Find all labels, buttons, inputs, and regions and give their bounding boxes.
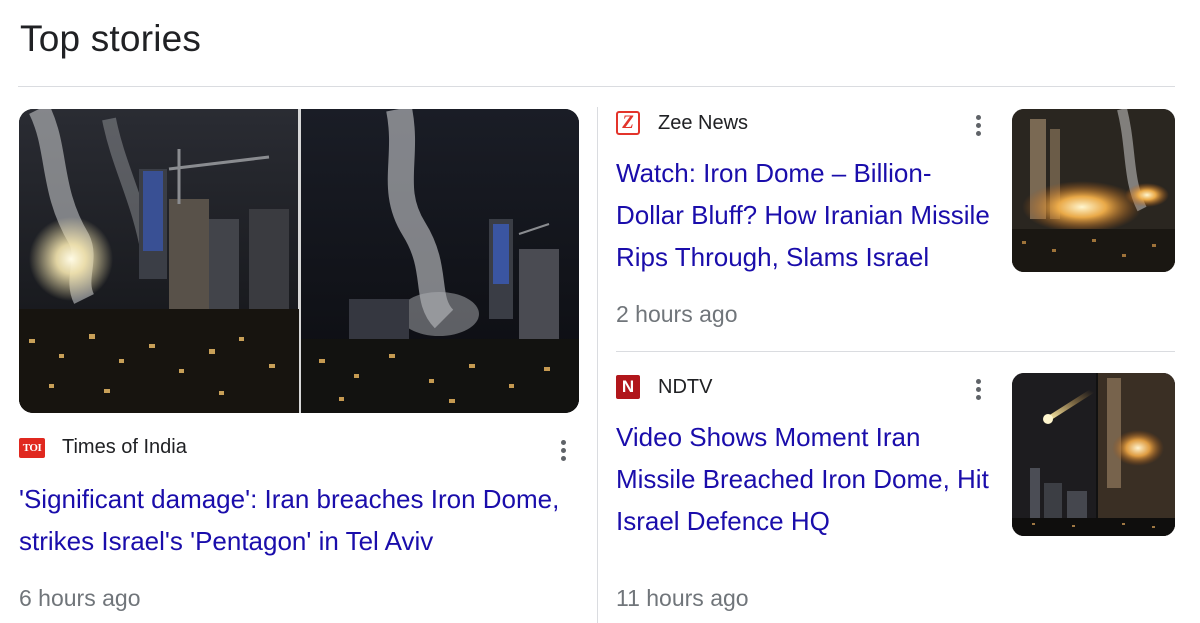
story-timestamp: 11 hours ago — [616, 585, 749, 611]
night-skyline-photo — [19, 109, 579, 413]
section-title: Top stories — [20, 18, 202, 59]
story-image-times-of-india[interactable] — [19, 109, 579, 413]
story-headline[interactable]: Watch: Iron Dome – Billion-Dollar Bluff?… — [616, 152, 991, 278]
story-thumbnail-ndtv[interactable] — [1012, 373, 1175, 536]
times-of-india-logo-icon: TOI — [19, 437, 45, 458]
source-name: Zee News — [658, 111, 749, 134]
story-headline[interactable]: 'Significant damage': Iran breaches Iron… — [19, 478, 581, 562]
section-divider — [18, 86, 1175, 87]
column-divider — [597, 107, 598, 623]
explosion-photo — [1012, 109, 1175, 272]
more-vert-icon[interactable] — [966, 374, 990, 404]
story-timestamp: 2 hours ago — [616, 301, 738, 327]
story-thumbnail-zee-news[interactable] — [1012, 109, 1175, 272]
story-source-ndtv[interactable]: N NDTV — [616, 375, 712, 399]
source-name: Times of India — [62, 436, 187, 458]
story-source-zee-news[interactable]: Z Zee News — [616, 111, 748, 135]
ndtv-logo-icon: N — [616, 375, 640, 399]
more-vert-icon[interactable] — [551, 435, 575, 465]
story-timestamp: 6 hours ago — [19, 585, 141, 611]
more-vert-icon[interactable] — [966, 110, 990, 140]
missile-streak-photo — [1012, 373, 1175, 536]
story-source-times-of-india[interactable]: TOI Times of India — [19, 436, 187, 459]
story-divider — [616, 351, 1175, 352]
source-name: NDTV — [658, 375, 713, 398]
story-headline[interactable]: Video Shows Moment Iran Missile Breached… — [616, 416, 991, 542]
zee-news-logo-icon: Z — [616, 111, 640, 135]
